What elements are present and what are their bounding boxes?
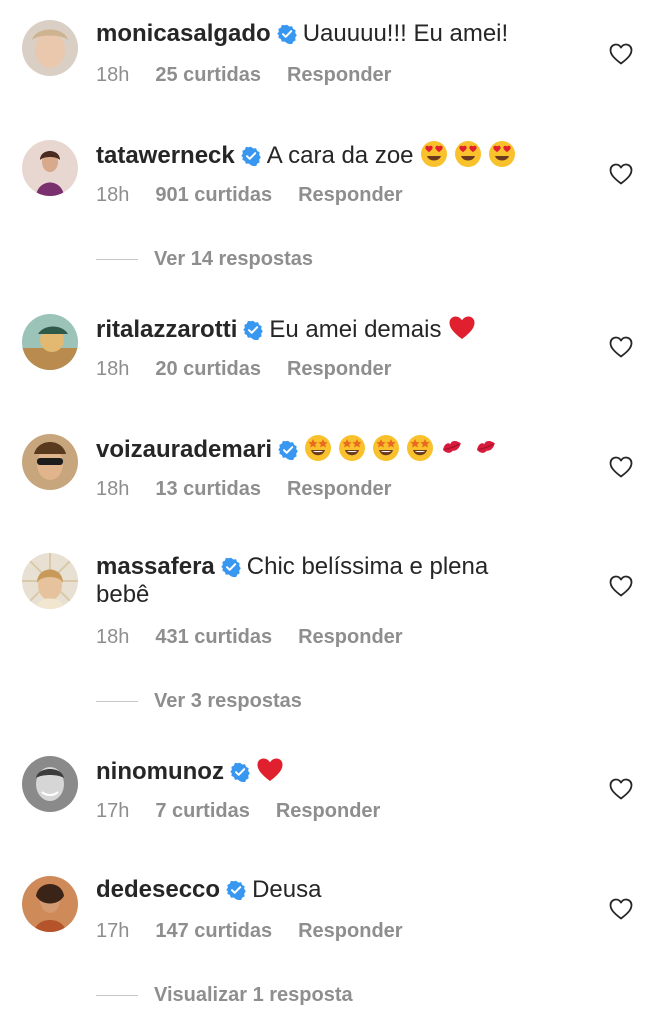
reply-button[interactable]: Responder (298, 626, 402, 648)
like-heart-icon[interactable] (609, 575, 633, 597)
red-heart-emoji (448, 314, 476, 342)
avatar[interactable] (22, 876, 78, 932)
username[interactable]: dedesecco (96, 876, 220, 903)
heart-eyes-emoji (420, 140, 448, 168)
star-struck-emoji (406, 434, 434, 462)
star-struck-emoji (372, 434, 400, 462)
reply-button[interactable]: Responder (298, 184, 402, 206)
like-heart-icon[interactable] (609, 336, 633, 358)
like-heart-icon[interactable] (609, 778, 633, 800)
avatar[interactable] (22, 20, 78, 76)
likes-count[interactable]: 25 curtidas (155, 64, 261, 86)
likes-count[interactable]: 7 curtidas (155, 800, 249, 822)
reply-button[interactable]: Responder (287, 64, 391, 86)
heart-eyes-emoji (488, 140, 516, 168)
view-replies-button[interactable]: Ver 14 respostas (96, 248, 313, 271)
verified-badge-icon (221, 557, 241, 577)
timestamp: 18h (96, 626, 130, 648)
kiss-mark-emoji (474, 434, 502, 462)
avatar[interactable] (22, 314, 78, 370)
view-replies-label: Visualizar 1 resposta (154, 984, 353, 1006)
timestamp: 18h (96, 64, 130, 86)
view-replies-label: Ver 3 respostas (154, 690, 302, 712)
view-replies-button[interactable]: Ver 3 respostas (96, 690, 302, 713)
star-struck-emoji (338, 434, 366, 462)
comment-text: Uauuuu!!! Eu amei! (302, 20, 509, 47)
avatar[interactable] (22, 434, 78, 490)
verified-badge-icon (230, 762, 250, 782)
comment-text: Chic belíssima e plena (246, 553, 489, 580)
avatar[interactable] (22, 553, 78, 609)
comment-text: Deusa (252, 876, 322, 903)
verified-badge-icon (278, 440, 298, 460)
verified-badge-icon (241, 146, 261, 166)
likes-count[interactable]: 20 curtidas (155, 358, 261, 380)
likes-count[interactable]: 13 curtidas (155, 478, 261, 500)
username[interactable]: tatawerneck (96, 142, 235, 169)
timestamp: 18h (96, 184, 130, 206)
kiss-mark-emoji (440, 434, 468, 462)
avatar[interactable] (22, 756, 78, 812)
verified-badge-icon (226, 880, 246, 900)
timestamp: 18h (96, 478, 130, 500)
timestamp: 17h (96, 800, 130, 822)
like-heart-icon[interactable] (609, 898, 633, 920)
likes-count[interactable]: 147 curtidas (155, 920, 272, 942)
username[interactable]: massafera (96, 553, 215, 580)
replies-divider (96, 259, 138, 260)
like-heart-icon[interactable] (609, 163, 633, 185)
username[interactable]: ninomunoz (96, 758, 224, 785)
like-heart-icon[interactable] (609, 43, 633, 65)
reply-button[interactable]: Responder (287, 478, 391, 500)
comment-text-continued: bebê (96, 581, 150, 608)
likes-count[interactable]: 901 curtidas (155, 184, 272, 206)
likes-count[interactable]: 431 curtidas (155, 626, 272, 648)
timestamp: 17h (96, 920, 130, 942)
verified-badge-icon (277, 24, 297, 44)
replies-divider (96, 701, 138, 702)
view-replies-label: Ver 14 respostas (154, 248, 313, 270)
verified-badge-icon (243, 320, 263, 340)
like-heart-icon[interactable] (609, 456, 633, 478)
star-struck-emoji (304, 434, 332, 462)
reply-button[interactable]: Responder (276, 800, 380, 822)
timestamp: 18h (96, 358, 130, 380)
heart-eyes-emoji (454, 140, 482, 168)
username[interactable]: voizaurademari (96, 436, 272, 463)
view-replies-button[interactable]: Visualizar 1 resposta (96, 984, 353, 1007)
red-heart-emoji (256, 756, 284, 784)
comment-text: A cara da zoe (266, 142, 414, 169)
replies-divider (96, 995, 138, 996)
comment-text: Eu amei demais (269, 316, 442, 343)
username[interactable]: monicasalgado (96, 20, 271, 47)
reply-button[interactable]: Responder (287, 358, 391, 380)
username[interactable]: ritalazzarotti (96, 316, 237, 343)
reply-button[interactable]: Responder (298, 920, 402, 942)
avatar[interactable] (22, 140, 78, 196)
